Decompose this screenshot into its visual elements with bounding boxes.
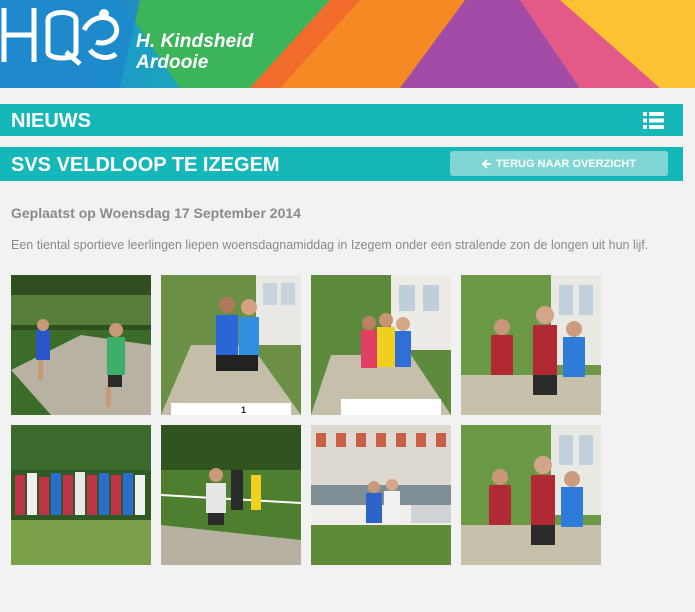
header-banner: H. Kindsheid Ardooie <box>0 0 695 88</box>
back-button-label: TERUG NAAR OVERZICHT <box>496 157 636 170</box>
photo-image <box>11 275 151 415</box>
photo-image: 1 <box>161 275 301 415</box>
brand-line-2: Ardooie <box>136 52 209 73</box>
photo-image <box>161 425 301 565</box>
photo-image <box>311 425 451 565</box>
brand-name[interactable]: H. Kindsheid Ardooie <box>136 31 253 73</box>
school-logo-icon <box>1 8 120 66</box>
photo-three-boys-medals-2[interactable] <box>461 425 601 565</box>
svg-text:1: 1 <box>241 405 246 415</box>
brand-line-1: H. Kindsheid <box>136 31 254 52</box>
photo-image <box>11 425 151 565</box>
photo-group-at-start[interactable] <box>11 425 151 565</box>
photo-runner-finish-line[interactable] <box>161 425 301 565</box>
arrow-left-icon <box>482 158 492 169</box>
article-title: SVS VELDLOOP TE IZEGEM <box>11 154 280 176</box>
photo-image <box>461 425 601 565</box>
photo-two-girls-podium[interactable]: 1 <box>161 275 301 415</box>
section-title: NIEUWS <box>11 110 91 132</box>
photo-three-girls-podium[interactable] <box>311 275 451 415</box>
post-date: Geplaatst op Woensdag 17 September 2014 <box>11 205 301 221</box>
article-title-bar: SVS VELDLOOP TE IZEGEM TERUG NAAR OVERZI… <box>0 147 683 181</box>
photo-image <box>461 275 601 415</box>
photo-image <box>311 275 451 415</box>
photo-gallery: 1 <box>11 275 611 565</box>
photo-building-crowd[interactable] <box>311 425 451 565</box>
section-bar: NIEUWS <box>0 104 683 136</box>
list-icon[interactable] <box>643 112 664 129</box>
back-to-overview-button[interactable]: TERUG NAAR OVERZICHT <box>450 151 668 176</box>
article-intro: Een tiental sportieve leerlingen liepen … <box>11 238 649 252</box>
photo-runners-on-path[interactable] <box>11 275 151 415</box>
photo-three-boys-medals[interactable] <box>461 275 601 415</box>
